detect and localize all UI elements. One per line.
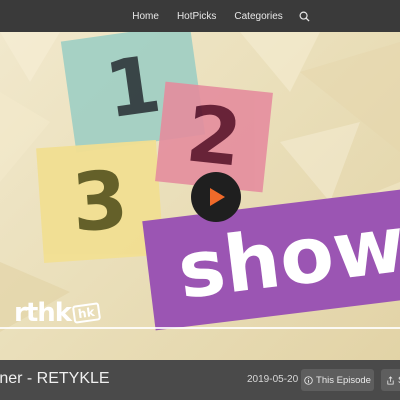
episode-date: 2019-05-20 bbox=[247, 374, 299, 385]
info-icon bbox=[304, 375, 313, 385]
logo-badge: hk bbox=[71, 302, 101, 324]
episode-info-bar: rner - RETYKLE 2019-05-20 This Episode S bbox=[0, 360, 400, 400]
this-episode-button[interactable]: This Episode bbox=[301, 369, 374, 391]
top-navigation: Home HotPicks Categories bbox=[0, 0, 400, 32]
play-button[interactable] bbox=[191, 172, 241, 222]
play-icon bbox=[210, 188, 225, 206]
nav-links: Home HotPicks Categories bbox=[123, 8, 313, 24]
this-episode-label: This Episode bbox=[316, 374, 371, 386]
logo-text: rthk bbox=[14, 298, 72, 328]
share-icon bbox=[386, 375, 395, 385]
video-poster[interactable]: 1 3 2 show rthk hk bbox=[0, 32, 400, 367]
share-button[interactable]: S bbox=[381, 369, 400, 391]
episode-title: rner - RETYKLE bbox=[0, 370, 110, 387]
nav-item-hotpicks[interactable]: HotPicks bbox=[168, 11, 225, 22]
nav-item-categories[interactable]: Categories bbox=[225, 11, 291, 22]
search-icon[interactable] bbox=[297, 8, 313, 24]
nav-item-home[interactable]: Home bbox=[123, 11, 168, 22]
rthk-logo: rthk hk bbox=[14, 298, 101, 328]
